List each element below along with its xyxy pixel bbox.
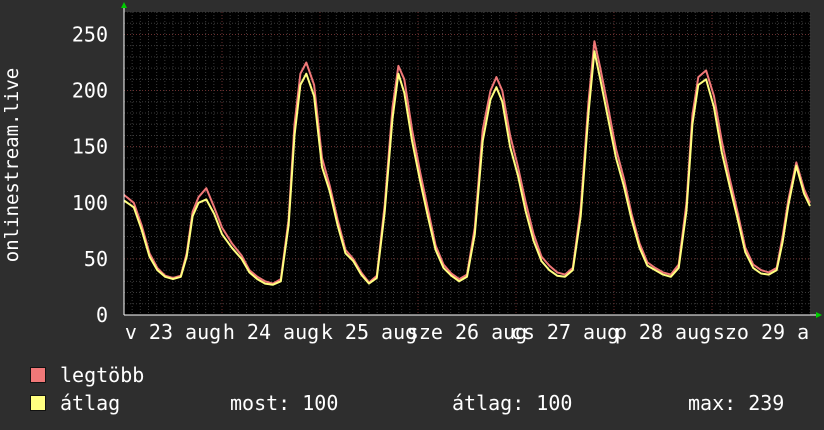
x-tick-label: szo 29 a (713, 320, 809, 344)
chart: 050100150200250v 23 aug h 24 aug k 25 augs… (1, 2, 822, 344)
y-axis-arrow (121, 2, 127, 8)
y-axis-label: onlinestream.live (1, 68, 23, 262)
y-tick-label: 50 (84, 247, 108, 271)
y-tick-label: 150 (72, 135, 108, 159)
legend-item-max: legtöbb (30, 362, 144, 388)
x-tick-label: k 25 aug (321, 320, 417, 344)
legend-label-avg: átlag (60, 391, 121, 415)
legend: legtöbb átlag most: 100 átlag: 100 max: … (0, 360, 824, 430)
legend-label-max: legtöbb (60, 363, 145, 387)
y-tick-label: 0 (96, 303, 108, 327)
x-tick-label: v 23 aug (125, 320, 221, 344)
x-tick-label: h 24 aug (223, 320, 319, 344)
x-axis-arrow (816, 312, 822, 318)
y-tick-label: 200 (72, 79, 108, 103)
legend-swatch-avg (30, 395, 46, 411)
stat-current: most: 100 (230, 391, 339, 415)
x-tick-label: sze 26 aug (407, 320, 527, 344)
stat-maximum: max: 239 (688, 391, 785, 415)
y-tick-label: 100 (72, 191, 108, 215)
legend-swatch-max (30, 367, 46, 383)
legend-item-avg: átlag (30, 390, 120, 416)
x-tick-label: p 28 aug (615, 320, 711, 344)
x-tick-label: cs 27 aug (511, 320, 619, 344)
y-tick-label: 250 (72, 22, 108, 46)
stat-average: átlag: 100 (452, 391, 573, 415)
